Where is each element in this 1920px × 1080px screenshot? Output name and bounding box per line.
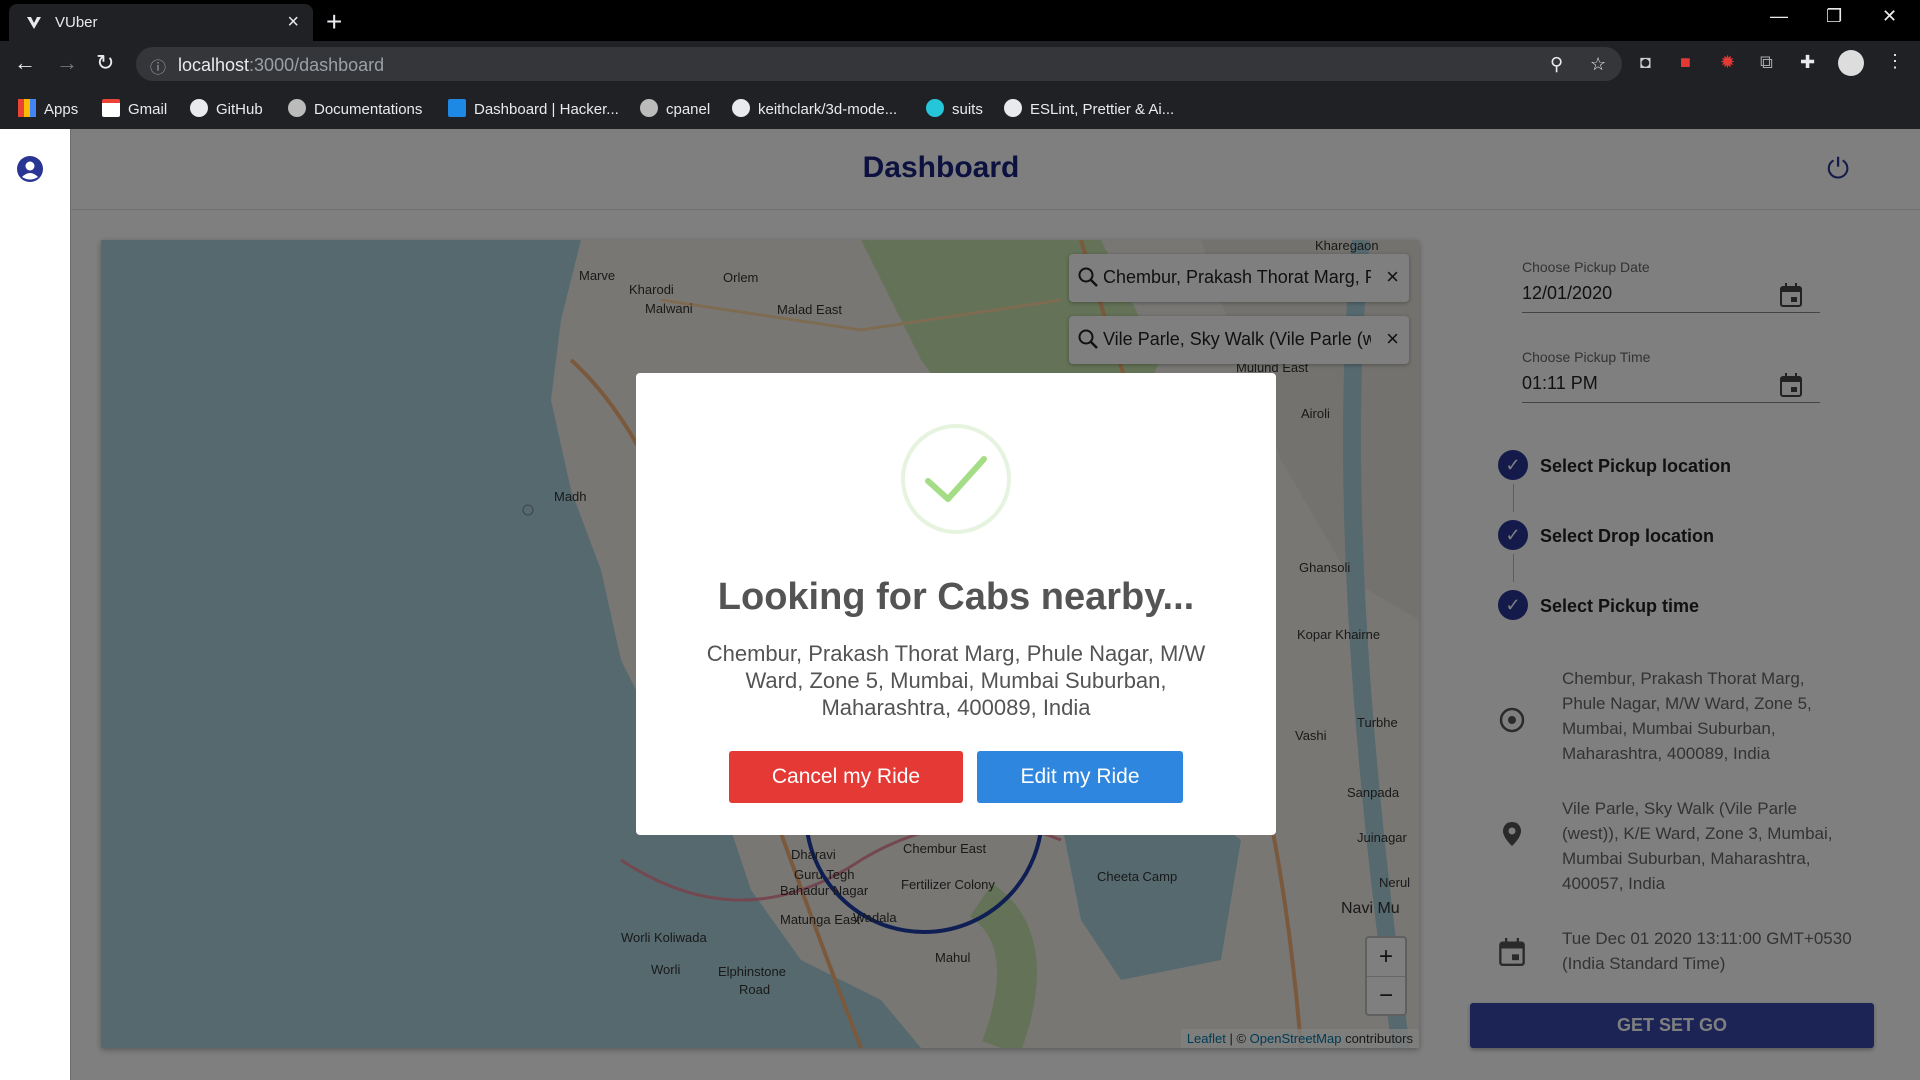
bookmark-documentations[interactable]: Documentations xyxy=(288,99,422,118)
bookmark-apps[interactable]: Apps xyxy=(18,99,78,118)
restore-icon[interactable]: ❐ xyxy=(1826,6,1842,27)
bookmark-github[interactable]: GitHub xyxy=(190,99,263,118)
github-icon xyxy=(190,99,208,117)
new-tab-button[interactable]: + xyxy=(326,6,342,38)
cancel-ride-button[interactable]: Cancel my Ride xyxy=(729,751,963,803)
red-extension-icon[interactable]: ■ xyxy=(1680,52,1691,73)
extensions-puzzle-icon[interactable]: ✚ xyxy=(1800,52,1815,73)
bug-extension-icon[interactable]: ✹ xyxy=(1720,52,1735,73)
tab-title: VUber xyxy=(55,14,98,31)
window-close-icon[interactable]: ✕ xyxy=(1882,6,1897,27)
suits-icon xyxy=(926,99,944,117)
url-text: localhost:3000/dashboard xyxy=(178,55,385,75)
globe-icon xyxy=(640,99,658,117)
github-icon xyxy=(1004,99,1022,117)
success-check-icon xyxy=(901,424,1011,534)
address-bar[interactable]: ⓘ localhost:3000/dashboard ⚲ ☆ xyxy=(136,47,1622,81)
bookmark-keithclark[interactable]: keithclark/3d-mode... xyxy=(732,99,897,118)
edit-ride-button[interactable]: Edit my Ride xyxy=(977,751,1183,803)
dialog-address: Chembur, Prakash Thorat Marg, Phule Naga… xyxy=(706,641,1206,720)
bookmark-eslint[interactable]: ESLint, Prettier & Ai... xyxy=(1004,99,1174,118)
bookmark-cpanel[interactable]: cpanel xyxy=(640,99,710,118)
dialog-title: Looking for Cabs nearby... xyxy=(717,576,1195,618)
camera-extension-icon[interactable]: ◘ xyxy=(1640,52,1651,73)
forward-icon[interactable]: → xyxy=(56,50,78,76)
vuber-favicon-icon xyxy=(27,17,41,29)
gmail-icon xyxy=(102,99,120,117)
browser-toolbar: ← → ↻ ⓘ localhost:3000/dashboard ⚲ ☆ ◘ ■… xyxy=(0,41,1920,88)
reload-icon[interactable]: ↻ xyxy=(96,50,114,76)
bookmark-star-icon[interactable]: ☆ xyxy=(1590,54,1606,75)
location-permission-icon[interactable]: ⚲ xyxy=(1550,54,1563,75)
github-icon xyxy=(732,99,750,117)
bookmark-gmail[interactable]: Gmail xyxy=(102,99,167,118)
minimize-icon[interactable]: — xyxy=(1770,6,1788,27)
bookmarks-bar: Apps Gmail GitHub Documentations Dashboa… xyxy=(0,88,1920,130)
hackerrank-icon xyxy=(448,99,466,117)
account-circle-icon[interactable] xyxy=(16,155,44,183)
tab-close-icon[interactable]: × xyxy=(287,11,299,34)
browser-menu-icon[interactable]: ⋮ xyxy=(1886,51,1904,72)
bookmark-suits[interactable]: suits xyxy=(926,99,983,118)
bookmark-hackerrank[interactable]: Dashboard | Hacker... xyxy=(448,99,619,118)
apps-grid-icon xyxy=(18,99,36,117)
profile-avatar[interactable] xyxy=(1838,50,1864,76)
left-sidebar xyxy=(0,129,71,1080)
back-icon[interactable]: ← xyxy=(14,50,36,76)
site-info-icon[interactable]: ⓘ xyxy=(150,54,166,78)
looking-for-cabs-dialog: Looking for Cabs nearby... Chembur, Prak… xyxy=(636,373,1276,835)
browser-tab[interactable]: VUber × xyxy=(9,4,313,41)
browser-tab-strip: VUber × + — ❐ ✕ xyxy=(0,0,1920,41)
cast-extension-icon[interactable]: ⧉ xyxy=(1760,52,1773,73)
globe-icon xyxy=(288,99,306,117)
